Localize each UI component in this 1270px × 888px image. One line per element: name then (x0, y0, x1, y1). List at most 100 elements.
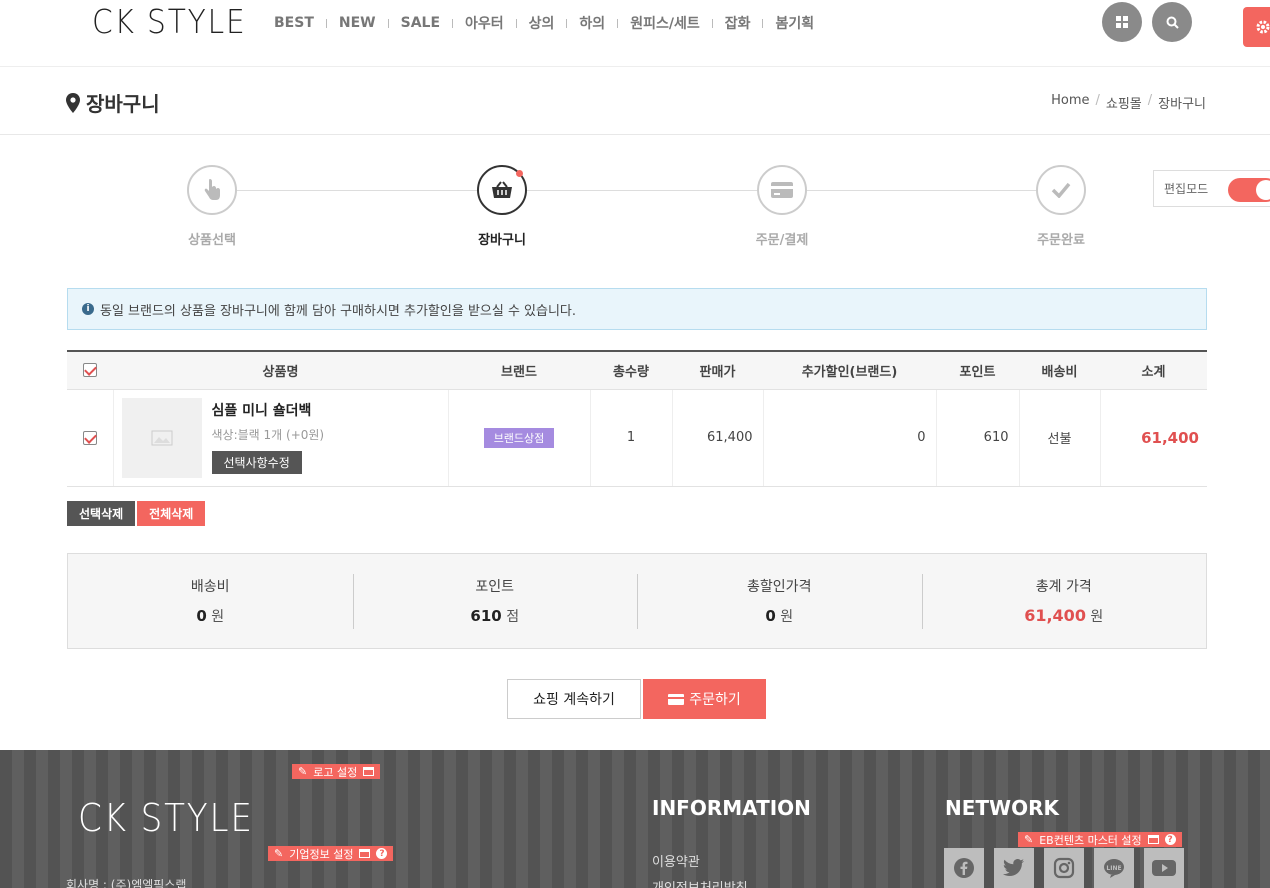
info-icon: i (82, 303, 94, 315)
step-label: 주문/결제 (755, 233, 809, 248)
breadcrumb-separator: / (1095, 93, 1100, 108)
breadcrumb-home[interactable]: Home (1051, 93, 1089, 112)
eb-setting-bar[interactable]: ✎ EB컨텐츠 마스터 설정? (1018, 832, 1182, 847)
logo-setting-bar[interactable]: ✎ 로고 설정 (292, 764, 381, 779)
line-icon[interactable]: LINE (1094, 848, 1134, 888)
item-checkbox[interactable] (82, 430, 97, 445)
search-button[interactable] (1152, 2, 1192, 42)
settings-button[interactable] (1243, 7, 1270, 47)
credit-card-icon (668, 693, 685, 705)
step-circle (187, 165, 237, 215)
nav-item-outer[interactable]: 아우터 (453, 13, 516, 33)
active-dot (516, 170, 523, 177)
edit-option-button[interactable]: 선택사항수정 (211, 450, 302, 474)
toggle-knob (1256, 180, 1270, 200)
credit-card-icon (771, 182, 793, 198)
summary-points: 포인트 610 점 (352, 554, 638, 648)
step-label: 주문완료 (1037, 233, 1085, 248)
help-icon: ? (376, 848, 388, 859)
youtube-icon[interactable] (1144, 848, 1184, 888)
edit-icon: ✎ (274, 847, 284, 860)
footer-link-terms[interactable]: 이용약관 (652, 851, 700, 870)
header-checkbox-cell (67, 352, 113, 390)
breadcrumb: Home / 쇼핑몰 / 장바구니 (1051, 93, 1206, 112)
check-icon (1051, 182, 1071, 198)
breadcrumb-shop[interactable]: 쇼핑몰 (1106, 93, 1142, 112)
header-shipping: 배송비 (1019, 352, 1100, 390)
main-nav: BEST NEW SALE 아우터 상의 하의 원피스/세트 잡화 봄기획 (262, 12, 826, 34)
summary-label: 총계 가격 (1035, 579, 1092, 595)
step-complete: 주문완료 (1006, 165, 1116, 248)
nav-item-new[interactable]: NEW (327, 15, 388, 31)
summary-value: 0 (765, 607, 776, 625)
logo-setting-label: 로고 설정 (313, 765, 358, 779)
item-checkbox-cell (67, 389, 114, 487)
gear-icon (1256, 20, 1270, 34)
header-price: 판매가 (672, 352, 763, 390)
summary-unit: 원 (211, 609, 225, 625)
twitter-icon[interactable] (994, 848, 1034, 888)
nav-item-onepiece[interactable]: 원피스/세트 (618, 13, 712, 33)
summary-unit: 점 (506, 609, 520, 625)
page-title: 장바구니 (66, 88, 160, 117)
select-all-checkbox[interactable] (83, 363, 97, 378)
step-payment: 주문/결제 (727, 165, 837, 248)
order-button[interactable]: 주문하기 (643, 679, 766, 719)
summary-unit: 원 (780, 609, 794, 625)
summary-unit: 원 (1090, 609, 1104, 625)
no-image-icon (151, 430, 172, 445)
eb-setting-label: EB컨텐츠 마스터 설정 (1039, 833, 1142, 847)
summary-label: 총할인가격 (747, 579, 812, 595)
footer-logo[interactable]: CK STYLE (78, 796, 254, 840)
nav-item-sale[interactable]: SALE (389, 15, 452, 31)
breadcrumb-current: 장바구니 (1158, 97, 1206, 112)
information-title: INFORMATION (652, 796, 811, 820)
company-name: 회사명 : (주)엠엘픽스랩 (66, 878, 187, 888)
cart-item-row: 심플 미니 숄더백 색상:블랙 1개 (+0원) 선택사항수정 브랜드상점 1 … (67, 389, 1207, 487)
continue-shopping-button[interactable]: 쇼핑 계속하기 (507, 679, 641, 719)
nav-item-spring[interactable]: 봄기획 (763, 13, 826, 33)
item-price: 61,400 (672, 389, 764, 487)
order-summary: 배송비 0 원 포인트 610 점 총할인가격 0 원 총계 가격 61,400… (67, 553, 1207, 649)
product-option: 색상:블랙 1개 (+0원) (211, 427, 325, 442)
nav-item-goods[interactable]: 잡화 (713, 13, 763, 33)
item-point: 610 (936, 389, 1020, 487)
search-icon (1166, 16, 1179, 29)
cart-header-row: 상품명 브랜드 총수량 판매가 추가할인(브랜드) 포인트 배송비 소계 (67, 352, 1207, 390)
menu-grid-button[interactable] (1102, 2, 1142, 42)
basket-icon (492, 181, 512, 198)
step-label: 장바구니 (478, 233, 526, 248)
delete-selected-button[interactable]: 선택삭제 (67, 501, 136, 526)
step-circle (757, 165, 807, 215)
network-title: NETWORK (945, 796, 1060, 820)
brand-tag[interactable]: 브랜드상점 (483, 427, 555, 448)
edit-mode-label: 편집모드 (1164, 182, 1209, 196)
discount-notice: i 동일 브랜드의 상품을 장바구니에 함께 담아 구매하시면 추가할인을 받으… (67, 288, 1207, 330)
delete-all-button[interactable]: 전체삭제 (137, 501, 206, 526)
edit-icon: ✎ (298, 765, 308, 778)
product-name[interactable]: 심플 미니 숄더백 (212, 400, 325, 420)
site-logo[interactable]: CK STYLE (92, 2, 247, 41)
item-product-cell: 심플 미니 숄더백 색상:블랙 1개 (+0원) 선택사항수정 (113, 389, 449, 487)
company-setting-label: 기업정보 설정 (289, 847, 354, 861)
header-subtotal: 소계 (1100, 352, 1207, 390)
step-cart: 장바구니 (447, 165, 557, 248)
order-button-label: 주문하기 (689, 692, 741, 708)
nav-item-bottom[interactable]: 하의 (567, 13, 617, 33)
summary-label: 포인트 (475, 579, 515, 595)
facebook-icon[interactable] (944, 848, 984, 888)
edit-mode-toggle[interactable] (1228, 178, 1270, 202)
step-label: 상품선택 (188, 233, 236, 248)
summary-value: 0 (196, 607, 207, 625)
product-thumbnail[interactable] (121, 397, 202, 478)
instagram-icon[interactable] (1044, 848, 1084, 888)
item-subtotal-cell: 61,400 (1100, 389, 1207, 487)
footer-link-privacy[interactable]: 개인정보처리방침 (652, 877, 748, 888)
page-title-text: 장바구니 (86, 92, 160, 116)
nav-item-top[interactable]: 상의 (517, 13, 567, 33)
company-setting-bar[interactable]: ✎ 기업정보 설정? (268, 846, 394, 861)
notice-text: 동일 브랜드의 상품을 장바구니에 함께 담아 구매하시면 추가할인을 받으실 … (100, 303, 577, 319)
window-icon (359, 849, 371, 858)
cart-table: 상품명 브랜드 총수량 판매가 추가할인(브랜드) 포인트 배송비 소계 심플 … (67, 350, 1207, 487)
nav-item-best[interactable]: BEST (262, 15, 326, 31)
